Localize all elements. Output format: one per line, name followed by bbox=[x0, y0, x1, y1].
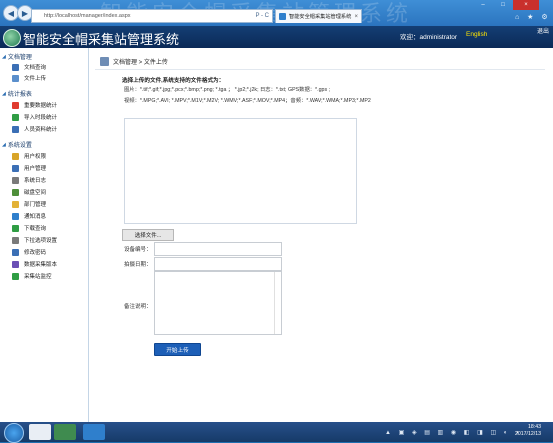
sidebar-item-important-stats[interactable]: 重要数据统计 bbox=[12, 100, 57, 110]
window-controls: – □ × bbox=[473, 0, 539, 10]
collapse-triangle-icon: ◢ bbox=[2, 90, 6, 97]
date-label: 拍摄日期： bbox=[124, 262, 152, 268]
select-file-label: 选择文件... bbox=[134, 233, 162, 239]
browser-toolbar-icons[interactable]: ⌂ ★ ⚙ bbox=[515, 13, 551, 21]
sidebar-item-document-search[interactable]: 文档查询 bbox=[12, 62, 46, 72]
textarea-scrollbar[interactable] bbox=[274, 272, 281, 334]
tab-close-icon[interactable]: × bbox=[354, 14, 358, 20]
sidebar-item-system-log[interactable]: 系统日志 bbox=[12, 175, 46, 185]
sidebar-item-station-monitor[interactable]: 采集站监控 bbox=[12, 271, 52, 281]
breadcrumb: 文档管理 > 文件上传 bbox=[100, 57, 168, 66]
browser-tab[interactable]: 智能安全帽采集站管理系统 × bbox=[275, 9, 362, 23]
app-logo bbox=[3, 29, 21, 47]
taskbar-app-browser[interactable] bbox=[83, 424, 105, 440]
download-icon bbox=[12, 224, 19, 232]
key-icon bbox=[12, 152, 19, 160]
star-icon bbox=[12, 101, 19, 109]
monitor-icon bbox=[12, 272, 19, 280]
start-upload-button[interactable]: 开始上传 bbox=[154, 343, 201, 356]
video-formats-line: 视频：*.MPG;*.AVI; *.MPV;*.M1V;*.M2V; *.WMV… bbox=[124, 98, 371, 104]
sidebar-item-import-stats[interactable]: 导入时段统计 bbox=[12, 112, 57, 122]
system-tray[interactable]: ▲ ▣ ◈ ▤ ▥ ◉ ◧ ◨ ◫ ◐ ◑ bbox=[385, 429, 522, 436]
folder-icon bbox=[12, 200, 19, 208]
device-label: 设备编号： bbox=[124, 247, 152, 253]
tab-title[interactable]: 智能安全帽采集站管理系统 bbox=[289, 13, 351, 20]
sidebar-item-user-permissions[interactable]: 用户权限 bbox=[12, 151, 46, 161]
remark-label: 备注说明： bbox=[124, 304, 152, 310]
file-upload-icon bbox=[12, 74, 19, 82]
sidebar-item-download-query[interactable]: 下载查询 bbox=[12, 223, 46, 233]
taskbar-clock[interactable]: 18:43 2017/12/13 bbox=[515, 424, 541, 438]
sidebar-item-department-management[interactable]: 部门管理 bbox=[12, 199, 46, 209]
logout-link[interactable]: 退出 bbox=[537, 26, 549, 35]
sidebar-item-people-stats[interactable]: 人员资料统计 bbox=[12, 124, 57, 134]
taskbar-app-explorer[interactable] bbox=[29, 424, 51, 440]
app-title: 智能安全帽采集站管理系统 bbox=[23, 32, 180, 47]
file-list-area[interactable] bbox=[124, 118, 357, 224]
taskbar-app-tool[interactable] bbox=[54, 424, 76, 440]
people-icon bbox=[12, 125, 19, 133]
welcome-text: 欢迎：administrator bbox=[400, 34, 458, 41]
search-refresh-controls[interactable]: Ρ - C bbox=[255, 13, 269, 19]
version-icon bbox=[12, 260, 19, 268]
minimize-button[interactable]: – bbox=[473, 0, 493, 10]
sidebar-item-file-upload[interactable]: 文件上传 bbox=[12, 73, 46, 83]
sidebar-item-notifications[interactable]: 通知消息 bbox=[12, 211, 46, 221]
language-link[interactable]: English bbox=[466, 31, 487, 38]
capture-date-input[interactable] bbox=[154, 257, 282, 271]
user-icon bbox=[12, 164, 19, 172]
clock-time: 18:43 bbox=[527, 424, 541, 430]
password-icon bbox=[12, 248, 19, 256]
import-icon bbox=[12, 113, 19, 121]
sidebar-item-collection-version[interactable]: 数据采集版本 bbox=[12, 259, 57, 269]
close-window-button[interactable]: × bbox=[513, 0, 539, 10]
sidebar: ◢ 文档管理 文档查询 文件上传 ◢ 统计报表 重要数据统计 导入时段统计 人员资料… bbox=[0, 48, 89, 422]
address-url[interactable]: http://localhost/manager/index.aspx bbox=[44, 13, 131, 19]
device-number-input[interactable] bbox=[154, 242, 282, 256]
collapse-triangle-icon: ◢ bbox=[2, 53, 6, 60]
sidebar-item-dropdown-settings[interactable]: 下拉选项设置 bbox=[12, 235, 57, 245]
sidebar-item-disk-space[interactable]: 磁盘空间 bbox=[12, 187, 46, 197]
sidebar-item-change-password[interactable]: 修改密码 bbox=[12, 247, 46, 257]
sidebar-section-documents[interactable]: ◢ 文档管理 bbox=[2, 52, 32, 62]
formats-heading: 选择上传的文件,系统支持的文件格式为： bbox=[122, 78, 225, 84]
document-search-icon bbox=[12, 63, 19, 71]
address-bar[interactable]: http://localhost/manager/index.aspx Ρ - … bbox=[31, 9, 273, 23]
remark-textarea[interactable] bbox=[154, 271, 282, 335]
sidebar-section-settings[interactable]: ◢ 系统设置 bbox=[2, 140, 32, 150]
sidebar-section-reports[interactable]: ◢ 统计报表 bbox=[2, 89, 32, 99]
collapse-triangle-icon: ◢ bbox=[2, 141, 6, 148]
log-icon bbox=[12, 176, 19, 184]
select-file-button[interactable]: 选择文件... bbox=[122, 229, 174, 241]
list-icon bbox=[12, 236, 19, 244]
message-icon bbox=[12, 212, 19, 220]
upload-page-icon bbox=[100, 57, 109, 66]
header-divider bbox=[95, 69, 545, 70]
image-formats-line: 图片：*.tif;*.gif;*.jpg;*.pcx;*.bmp;*.png; … bbox=[124, 87, 331, 93]
start-button[interactable] bbox=[4, 423, 24, 443]
disk-icon bbox=[12, 188, 19, 196]
maximize-button[interactable]: □ bbox=[493, 0, 513, 10]
tab-favicon-icon bbox=[279, 13, 286, 20]
sidebar-item-user-management[interactable]: 用户管理 bbox=[12, 163, 46, 173]
clock-date: 2017/12/13 bbox=[515, 431, 541, 437]
